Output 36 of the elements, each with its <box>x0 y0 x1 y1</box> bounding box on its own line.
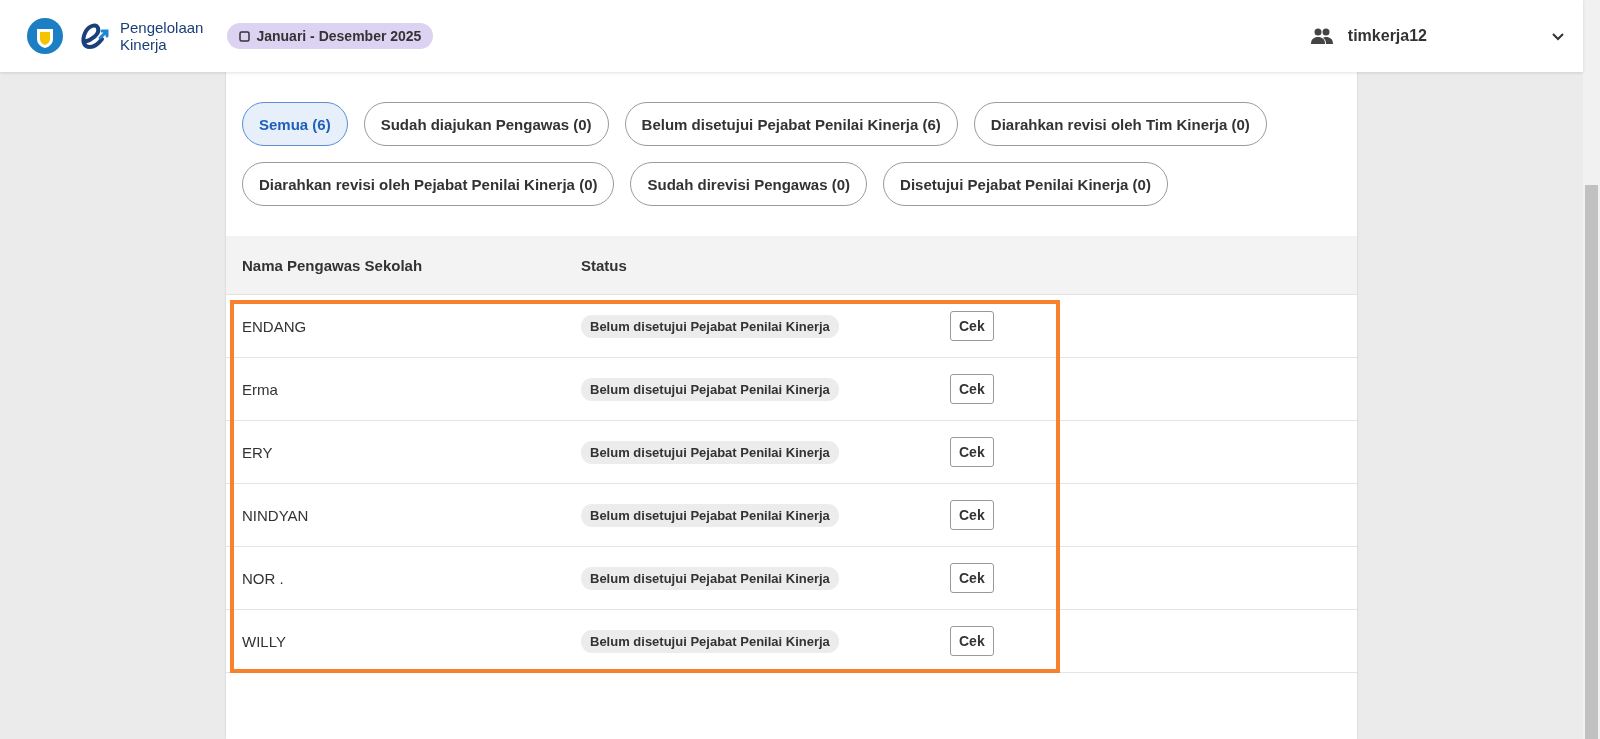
check-button[interactable]: Cek <box>950 626 994 656</box>
name-cell: ERY <box>242 443 273 461</box>
name-cell: NINDYAN <box>242 506 309 524</box>
filter-chip[interactable]: Disetujui Pejabat Penilai Kinerja (0) <box>883 162 1168 206</box>
users-icon <box>1309 28 1334 44</box>
filter-chip[interactable]: Semua (6) <box>242 102 348 146</box>
check-button[interactable]: Cek <box>950 437 994 467</box>
column-header: Status <box>581 256 627 274</box>
period-badge[interactable]: Januari - Desember 2025 <box>227 23 434 49</box>
status-badge: Belum disetujui Pejabat Penilai Kinerja <box>581 377 839 401</box>
check-button[interactable]: Cek <box>950 374 994 404</box>
column-header: Nama Pengawas Sekolah <box>242 256 423 274</box>
scrollbar[interactable] <box>1583 0 1600 739</box>
filter-chip[interactable]: Sudah diajukan Pengawas (0) <box>363 102 609 146</box>
app-name: Kinerja <box>120 36 168 53</box>
check-button[interactable]: Cek <box>950 311 994 341</box>
status-badge: Belum disetujui Pejabat Penilai Kinerja <box>581 440 839 464</box>
check-button[interactable]: Cek <box>950 500 994 530</box>
status-badge: Belum disetujui Pejabat Penilai Kinerja <box>581 314 839 338</box>
status-badge: Belum disetujui Pejabat Penilai Kinerja <box>581 629 839 653</box>
filter-chip[interactable]: Sudah direvisi Pengawas (0) <box>630 162 868 206</box>
chevron-down-icon[interactable] <box>1551 31 1565 41</box>
name-cell: ENDANG <box>242 317 307 335</box>
name-cell: WILLY <box>242 632 286 650</box>
name-cell: NOR . <box>242 569 284 587</box>
emblem-logo <box>26 17 64 55</box>
check-button[interactable]: Cek <box>950 563 994 593</box>
status-badge: Belum disetujui Pejabat Penilai Kinerja <box>581 566 839 590</box>
filter-chip[interactable]: Diarahkan revisi oleh Tim Kinerja (0) <box>973 102 1267 146</box>
filter-chip[interactable]: Diarahkan revisi oleh Pejabat Penilai Kinerja (0) <box>242 162 615 206</box>
filter-chip[interactable]: Belum disetujui Pejabat Penilai Kinerja (6) <box>624 102 958 146</box>
status-badge: Belum disetujui Pejabat Penilai Kinerja <box>581 503 839 527</box>
square-icon <box>239 30 251 42</box>
app-name: Pengelolaan <box>120 19 204 36</box>
username: timkerja12 <box>1347 27 1427 45</box>
name-cell: Erma <box>242 380 278 398</box>
